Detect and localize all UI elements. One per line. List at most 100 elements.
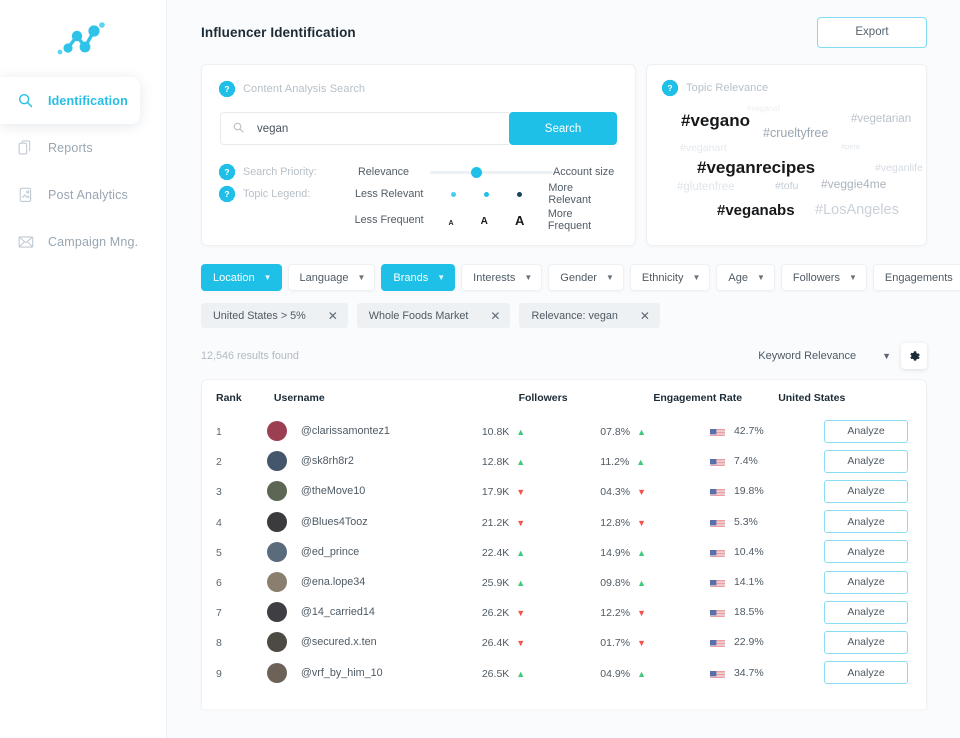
topic-tag[interactable]: #vegetarian — [851, 113, 911, 126]
sidebar-item-reports[interactable]: Reports — [0, 124, 166, 171]
topic-legend-frequency-row: Less Frequent A A A More Frequent — [220, 208, 617, 232]
us-flag — [709, 486, 725, 497]
close-icon[interactable]: ✕ — [640, 310, 650, 322]
topic-tag[interactable]: #veganabs — [717, 203, 795, 218]
topic-tag[interactable]: #veganaf — [747, 105, 780, 113]
page-header: Influencer Identification Export — [167, 0, 960, 64]
applied-filter-chip[interactable]: United States > 5% ✕ — [201, 303, 348, 328]
us-flag — [709, 577, 725, 588]
us-flag-icon — [709, 580, 725, 588]
trend-up-icon: ▲ — [516, 457, 526, 468]
search-input[interactable] — [257, 122, 509, 135]
row-engagement-rate: 04.3% — [600, 486, 631, 499]
filter-chip-label: Language — [299, 271, 349, 284]
row-followers: 26.2K — [481, 607, 510, 620]
filter-chip-engagements[interactable]: Engagements▼ — [872, 264, 960, 291]
avatar — [266, 541, 287, 562]
row-followers: 26.4K — [481, 637, 510, 650]
table-row[interactable]: 3 @theMove10 17.9K ▼ 04.3% ▼ 19.8% Analyze — [216, 476, 912, 506]
filter-chip-location[interactable]: Location ▼ — [201, 264, 282, 291]
panels-row: ? Content Analysis Search Sea — [201, 64, 927, 246]
table-row[interactable]: 8 @secured.x.ten 26.4K ▼ 01.7% ▼ 22.9% Analyze — [216, 627, 912, 657]
us-flag — [709, 547, 725, 557]
row-rank: 6 — [216, 577, 222, 590]
filter-chip-age[interactable]: Age ▼ — [716, 264, 775, 291]
priority-slider[interactable] — [430, 166, 553, 178]
close-icon[interactable]: ✕ — [490, 310, 500, 322]
main-content: Influencer Identification Export ? Conte… — [167, 0, 960, 738]
us-flag — [709, 456, 725, 467]
topic-tag[interactable]: #crueltyfree — [763, 127, 828, 140]
table-row[interactable]: 1 @clarissamontez1 10.8K ▲ 07.8% ▲ 42.7% Analyz… — [216, 416, 912, 446]
topic-tag[interactable]: #glutenfree — [677, 181, 735, 194]
column-header-followers: Followers — [518, 392, 568, 404]
analyze-button[interactable]: Analyze — [824, 449, 909, 473]
analyze-button[interactable]: Analyze — [824, 600, 909, 624]
row-followers: 22.4K — [481, 546, 510, 559]
topic-tag[interactable]: #veganart — [680, 143, 727, 154]
sidebar-item-post-analytics[interactable]: Post Analytics — [0, 171, 166, 218]
table-row[interactable]: 5 @ed_prince 22.4K ▲ 14.9% ▲ 10.4% Analyze — [216, 537, 912, 567]
topic-tag[interactable]: #veganlife — [875, 163, 923, 174]
avatar — [266, 572, 287, 593]
row-country-pct: 22.9% — [733, 636, 764, 649]
sort-dropdown-label: Keyword Relevance — [758, 350, 857, 362]
table-body: 1 @clarissamontez1 10.8K ▲ 07.8% ▲ 42.7% Analyz… — [216, 416, 912, 688]
sidebar-item-identification[interactable]: Identification — [0, 77, 140, 124]
trend-down-icon: ▼ — [637, 608, 646, 619]
topic-tag[interactable]: #peta — [841, 143, 860, 151]
analyze-button[interactable]: Analyze — [824, 419, 909, 443]
export-button[interactable]: Export — [817, 16, 927, 48]
analyze-button[interactable]: Analyze — [824, 570, 909, 594]
table-row[interactable]: 6 @ena.lope34 25.9K ▲ 09.8% ▲ 14.1% Analyze — [216, 567, 912, 597]
analyze-button[interactable]: Analyze — [824, 510, 909, 534]
table-row[interactable]: 4 @Blues4Tooz 21.2K ▼ 12.8% ▼ 5.3% Analyze — [216, 507, 912, 537]
results-controls: Keyword Relevance ▼ — [758, 343, 927, 369]
applied-filter-chip[interactable]: Relevance: vegan ✕ — [519, 303, 660, 328]
sidebar-item-campaign-mng[interactable]: Campaign Mng. — [0, 218, 166, 265]
search-icon — [233, 120, 244, 138]
avatar — [266, 602, 287, 623]
filter-chip-interests[interactable]: Interests ▼ — [461, 264, 543, 291]
topic-tag[interactable]: #vegano — [681, 112, 750, 129]
chevron-down-icon: ▼ — [605, 273, 614, 282]
row-country-pct: 14.1% — [733, 576, 764, 589]
settings-button[interactable] — [901, 343, 927, 369]
topic-tag[interactable]: #veganrecipes — [697, 159, 815, 176]
filter-chip-language[interactable]: Language ▼ — [287, 264, 376, 291]
analyze-button[interactable]: Analyze — [824, 661, 909, 685]
topic-tag[interactable]: #LosAngeles — [815, 203, 899, 218]
column-header-username: Username — [273, 392, 325, 404]
applied-filter-chip[interactable]: Whole Foods Market ✕ — [356, 303, 511, 328]
app-logo[interactable] — [0, 0, 166, 70]
topic-tag[interactable]: #tofu — [775, 181, 798, 192]
help-icon[interactable]: ? — [220, 165, 234, 179]
row-username: @sk8rh8r2 — [300, 455, 354, 468]
row-rank: 2 — [216, 456, 222, 469]
search-input-wrapper[interactable] — [220, 112, 509, 145]
help-icon[interactable]: ? — [220, 82, 234, 96]
filter-chip-followers[interactable]: Followers ▼ — [780, 264, 867, 291]
row-followers: 10.8K — [481, 426, 510, 439]
table-row[interactable]: 9 @vrf_by_him_10 26.5K ▲ 04.9% ▲ 34.7% Analyze — [216, 658, 912, 688]
topic-tag[interactable]: #veggie4me — [821, 178, 886, 190]
slider-thumb[interactable] — [471, 166, 483, 178]
analyze-button[interactable]: Analyze — [824, 479, 909, 503]
close-icon[interactable]: ✕ — [328, 310, 338, 322]
analyze-button[interactable]: Analyze — [824, 630, 909, 654]
filter-chip-brands[interactable]: Brands ▼ — [381, 264, 456, 291]
table-row[interactable]: 2 @sk8rh8r2 12.8K ▲ 11.2% ▲ 7.4% Analyze — [216, 446, 912, 476]
table-row[interactable]: 7 @14_carried14 26.2K ▼ 12.2% ▼ 18.5% Analyze — [216, 597, 912, 627]
sort-dropdown[interactable]: Keyword Relevance ▼ — [758, 350, 891, 362]
search-button[interactable]: Search — [509, 112, 617, 145]
filter-chip-gender[interactable]: Gender ▼ — [548, 264, 624, 291]
help-icon[interactable]: ? — [220, 187, 234, 201]
sidebar-item-label: Post Analytics — [48, 187, 128, 202]
filter-chip-ethnicity[interactable]: Ethnicity ▼ — [629, 264, 711, 291]
relevance-dot — [517, 191, 523, 197]
row-engagement-rate: 12.2% — [600, 607, 631, 620]
trend-down-icon: ▼ — [516, 517, 526, 528]
trend-up-icon: ▲ — [636, 457, 646, 468]
avatar — [266, 511, 287, 532]
analyze-button[interactable]: Analyze — [824, 540, 909, 564]
